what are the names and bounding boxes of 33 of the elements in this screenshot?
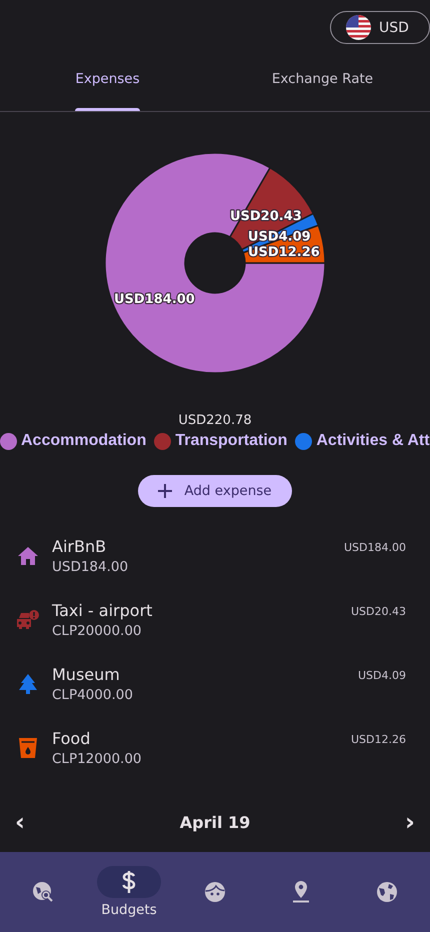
plus-icon — [158, 484, 172, 498]
currency-button[interactable]: USD — [330, 11, 430, 44]
converted-amount: USD12.26 — [351, 733, 406, 746]
globe-search-icon — [32, 881, 54, 903]
globe-icon — [376, 881, 398, 903]
converted-amount: USD20.43 — [351, 605, 406, 618]
converted-amount: USD4.09 — [358, 669, 406, 682]
expense-title: Taxi - airport — [52, 601, 154, 620]
expense-amount: USD184.00 — [52, 559, 130, 575]
face-icon — [204, 881, 226, 903]
location-pin-icon — [293, 881, 309, 903]
converted-amount: USD184.00 — [344, 541, 406, 554]
previous-day-button[interactable]: ‹ — [8, 810, 32, 834]
expense-title: Museum — [52, 665, 121, 684]
expense-title: Food — [52, 729, 92, 748]
legend-label: Activities & Att — [316, 432, 430, 450]
legend-label: Transportation — [175, 432, 288, 450]
total-amount: USD220.78 — [178, 413, 252, 428]
nav-tab[interactable]: Budgets — [86, 852, 172, 932]
tab[interactable]: Expenses — [0, 64, 215, 111]
next-day-button[interactable]: › — [398, 810, 422, 834]
expense-amount: CLP20000.00 — [52, 623, 143, 639]
flag-icon — [346, 15, 371, 40]
add-expense-button[interactable]: Add expense — [138, 475, 292, 507]
expense-title: AirBnB — [52, 537, 108, 556]
date-label: April 19 — [180, 812, 250, 832]
dollar-icon — [122, 871, 136, 893]
expense-amount: CLP12000.00 — [52, 751, 143, 767]
legend-label: Accommodation — [21, 432, 146, 450]
slice-label: USD12.26 — [248, 244, 320, 260]
slice-label: USD184.00 — [114, 292, 195, 307]
expense-amount: CLP4000.00 — [52, 687, 134, 703]
tab[interactable]: Exchange Rate — [215, 64, 430, 111]
